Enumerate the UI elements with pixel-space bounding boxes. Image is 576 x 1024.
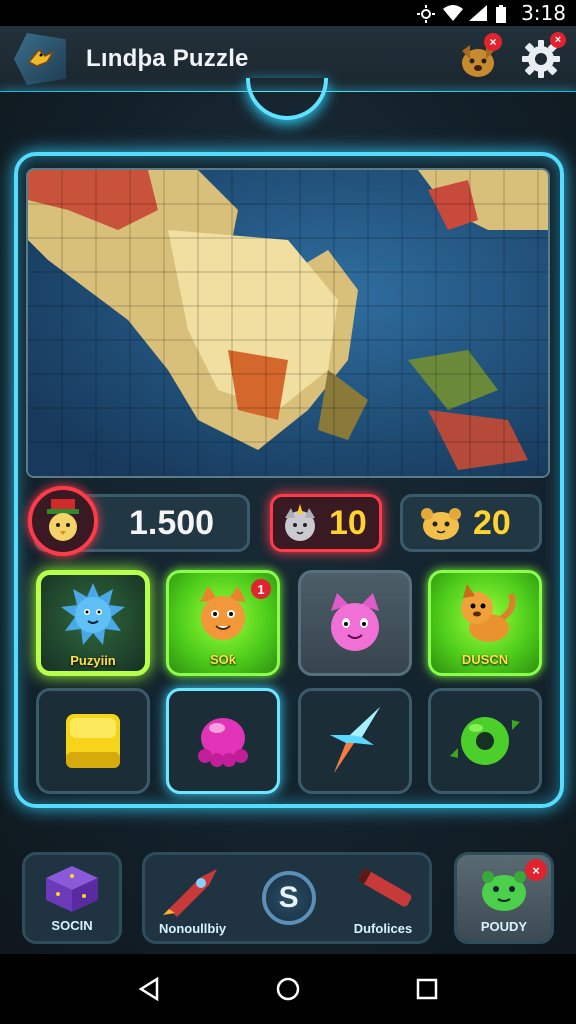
grid-tile-5[interactable] bbox=[36, 688, 150, 794]
grid-tile-4[interactable]: DUSCN bbox=[428, 570, 542, 676]
rocket-tool-label: Nonoullbiy bbox=[159, 920, 227, 936]
grid-tile-8[interactable] bbox=[428, 688, 542, 794]
rocket-icon bbox=[162, 868, 217, 917]
grid-tile-2[interactable]: SOƙ 1 bbox=[166, 570, 280, 676]
signal-icon bbox=[469, 5, 488, 21]
unicorn-cat-icon bbox=[285, 504, 315, 541]
player-avatar[interactable] bbox=[28, 486, 98, 556]
star-shard-icon bbox=[330, 707, 380, 773]
coins-value: 1.500 bbox=[129, 503, 215, 542]
clock: 3:18 bbox=[521, 1, 566, 25]
orange-cat-icon bbox=[200, 585, 246, 640]
grid-tile-1-label: Puzyiin bbox=[70, 652, 116, 668]
pouch-button[interactable]: POUDY × bbox=[454, 852, 554, 944]
home-button[interactable] bbox=[268, 969, 308, 1009]
puzzle-board[interactable] bbox=[26, 168, 550, 478]
system-nav-bar bbox=[0, 954, 576, 1024]
recents-square-icon bbox=[416, 978, 437, 1000]
settings-button[interactable]: × bbox=[520, 32, 566, 80]
pouch-badge: × bbox=[525, 859, 547, 881]
recents-button[interactable] bbox=[407, 969, 447, 1009]
map-puzzle-image bbox=[28, 170, 548, 476]
firecracker-tool[interactable]: Dufolices bbox=[351, 861, 415, 936]
center-symbol: S bbox=[278, 881, 299, 914]
grid-tile-1[interactable]: Puzyiin bbox=[36, 570, 150, 676]
pet-button[interactable]: × bbox=[456, 33, 502, 81]
battery-icon bbox=[495, 5, 513, 23]
back-button[interactable] bbox=[129, 969, 169, 1009]
pet-badge: × bbox=[484, 33, 502, 51]
firecracker-icon bbox=[357, 868, 412, 907]
chick-hat-icon bbox=[47, 499, 79, 541]
home-circle-icon bbox=[276, 977, 300, 1001]
pets-counter[interactable]: 20 bbox=[400, 494, 542, 552]
energy-counter[interactable]: 10 bbox=[270, 494, 382, 552]
brightness-icon bbox=[417, 5, 436, 23]
energy-value: 10 bbox=[329, 503, 367, 542]
pouch-label: POUDY bbox=[480, 918, 528, 934]
app-title: Lındþa Puzzle bbox=[86, 45, 249, 72]
center-coin-button[interactable]: S bbox=[261, 871, 316, 925]
s-coin-icon: S bbox=[261, 871, 316, 925]
app-logo[interactable] bbox=[14, 33, 66, 85]
pink-cat-icon bbox=[331, 593, 379, 651]
green-donut-icon bbox=[450, 717, 520, 765]
firecracker-tool-label: Dufolices bbox=[353, 920, 413, 936]
shop-button[interactable]: SOCIN bbox=[22, 852, 122, 944]
orange-dog-icon bbox=[461, 583, 516, 642]
cat-face-icon bbox=[421, 508, 461, 540]
pink-jelly-icon bbox=[198, 718, 248, 767]
rocket-tool[interactable]: Nonoullbiy bbox=[159, 861, 226, 936]
shop-label: SOCIN bbox=[51, 917, 93, 933]
wifi-icon bbox=[443, 5, 464, 21]
purple-box-icon bbox=[46, 865, 98, 912]
bird-icon bbox=[27, 48, 55, 67]
yellow-cube-icon bbox=[66, 714, 120, 768]
grid-tile-7[interactable] bbox=[298, 688, 412, 794]
tools-group: Nonoullbiy S Dufolices bbox=[142, 852, 432, 944]
pets-value: 20 bbox=[473, 503, 511, 542]
status-bar: 3:18 bbox=[0, 0, 576, 26]
back-triangle-icon bbox=[138, 976, 159, 1002]
grid-tile-2-badge: 1 bbox=[251, 579, 271, 599]
blue-fuzzball-icon bbox=[61, 582, 125, 645]
settings-badge: × bbox=[550, 32, 566, 48]
grid-tile-2-label: SOƙ bbox=[209, 651, 236, 667]
grid-tile-3[interactable] bbox=[298, 570, 412, 676]
green-creature-icon bbox=[482, 870, 526, 911]
grid-tile-6[interactable] bbox=[166, 688, 280, 794]
grid-tile-4-label: DUSCN bbox=[461, 651, 509, 667]
